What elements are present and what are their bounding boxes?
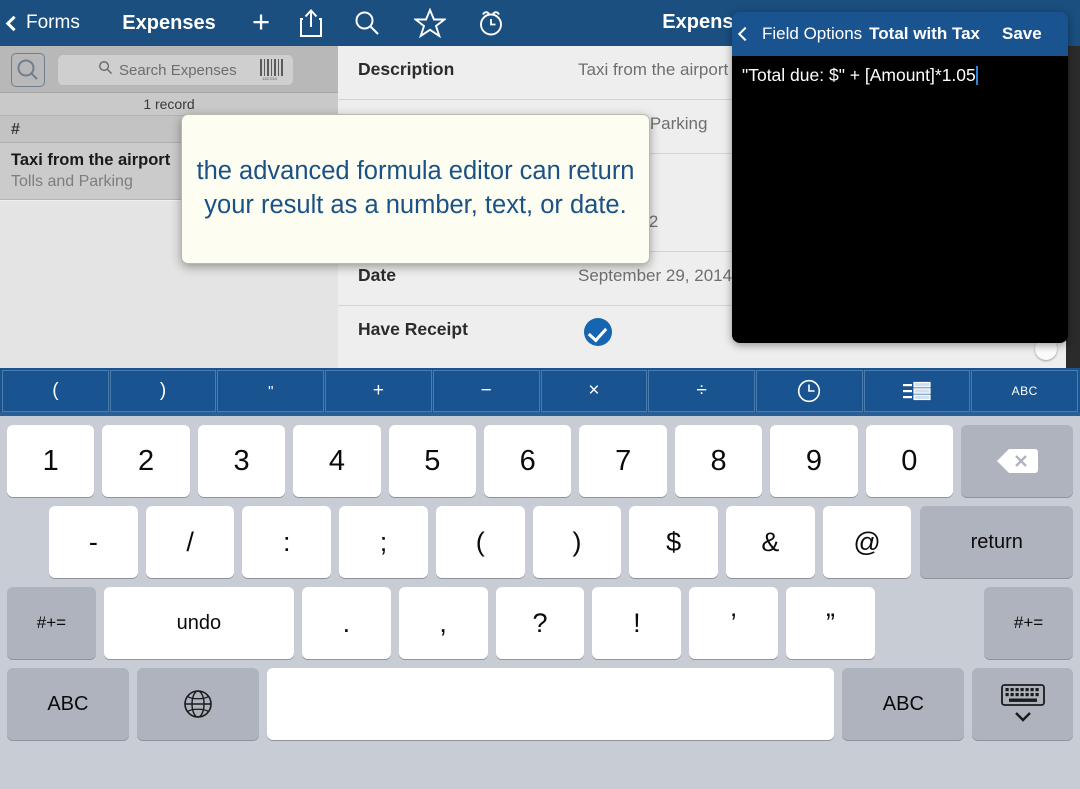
key-2[interactable]: 2 [102, 425, 189, 497]
chevron-left-icon [738, 27, 752, 41]
keyboard-row-bottom: ABC ABC [0, 659, 1080, 749]
key-question[interactable]: ? [496, 587, 585, 659]
acc-key-close-paren[interactable]: ) [110, 370, 217, 412]
key-4[interactable]: 4 [293, 425, 380, 497]
formula-text: "Total due: $" + [Amount]*1.05 [742, 65, 976, 85]
key-dollar[interactable]: $ [629, 506, 718, 578]
barcode-number: 162234 [262, 76, 277, 81]
barcode-icon[interactable]: 162234 [259, 59, 285, 81]
tooltip-text: the advanced formula editor can return y… [182, 155, 649, 222]
undo-key[interactable]: undo [104, 587, 294, 659]
key-ampersand[interactable]: & [726, 506, 815, 578]
app-screen: Forms Expenses + [0, 0, 1080, 789]
formula-accessory-toolbar: ( ) " + − × ÷ ABC [0, 368, 1080, 416]
field-list-glyph [903, 381, 931, 401]
key-apostrophe[interactable]: ’ [689, 587, 778, 659]
abc-left-key[interactable]: ABC [7, 668, 129, 740]
text-caret [976, 66, 978, 85]
key-6[interactable]: 6 [484, 425, 571, 497]
key-semicolon[interactable]: ; [339, 506, 428, 578]
magnifier-square-glyph [12, 54, 44, 86]
backspace-glyph [995, 446, 1039, 476]
detail-row-value: Taxi from the airport t [578, 60, 738, 80]
key-9[interactable]: 9 [770, 425, 857, 497]
acc-key-divide[interactable]: ÷ [648, 370, 755, 412]
key-5[interactable]: 5 [389, 425, 476, 497]
key-8[interactable]: 8 [675, 425, 762, 497]
key-hyphen[interactable]: - [49, 506, 138, 578]
detail-row-label: Date [358, 265, 396, 286]
left-panel-title: Expenses [0, 12, 338, 35]
shift-symbols-right-key[interactable]: #+= [984, 587, 1073, 659]
keyboard-row-symbols-1: - / : ; ( ) $ & @ return [0, 497, 1080, 578]
key-7[interactable]: 7 [579, 425, 666, 497]
keyboard-gap [883, 587, 976, 659]
share-icon[interactable] [298, 8, 324, 38]
acc-key-open-paren[interactable]: ( [2, 370, 109, 412]
clock-icon[interactable] [756, 370, 863, 412]
detail-row-label: Have Receipt [358, 319, 468, 340]
save-button[interactable]: Save [1002, 24, 1042, 44]
key-1[interactable]: 1 [7, 425, 94, 497]
checkmark-icon[interactable] [584, 318, 612, 346]
key-close-paren[interactable]: ) [533, 506, 622, 578]
key-colon[interactable]: : [242, 506, 331, 578]
search-input[interactable]: Search Expenses 162234 [58, 55, 293, 85]
clock-glyph [796, 378, 822, 404]
keyboard-hide-icon[interactable] [972, 668, 1073, 740]
plus-icon[interactable]: + [247, 9, 275, 37]
key-3[interactable]: 3 [198, 425, 285, 497]
acc-key-abc[interactable]: ABC [971, 370, 1078, 412]
detail-row-label: Description [358, 59, 454, 80]
key-slash[interactable]: / [146, 506, 235, 578]
formula-editor-popover: Field Options Total with Tax Save "Total… [732, 12, 1068, 343]
space-key[interactable] [267, 668, 835, 740]
record-count-label: 1 record [0, 93, 338, 116]
detail-row-value: September 29, 2014 [578, 266, 732, 286]
formula-text-editor[interactable]: "Total due: $" + [Amount]*1.05 [732, 56, 1068, 343]
keyboard-hide-glyph [997, 682, 1049, 726]
globe-glyph [180, 686, 216, 722]
acc-key-minus[interactable]: − [433, 370, 540, 412]
acc-key-quote[interactable]: " [217, 370, 324, 412]
key-open-paren[interactable]: ( [436, 506, 525, 578]
onscreen-keyboard: 1 2 3 4 5 6 7 8 9 0 - / : ; ( ) [0, 416, 1080, 789]
tooltip-callout: the advanced formula editor can return y… [181, 114, 650, 264]
field-options-label: Field Options [762, 24, 862, 44]
abc-right-key[interactable]: ABC [842, 668, 964, 740]
field-options-back-button[interactable]: Field Options [740, 24, 862, 44]
key-exclamation[interactable]: ! [592, 587, 681, 659]
globe-icon[interactable] [137, 668, 259, 740]
search-placeholder-text: Search Expenses [119, 62, 237, 79]
key-quote-right[interactable]: ” [786, 587, 875, 659]
app-content-area: Forms Expenses + [0, 0, 1080, 368]
formula-popover-navbar: Field Options Total with Tax Save [732, 12, 1068, 56]
keyboard-row-numbers: 1 2 3 4 5 6 7 8 9 0 [0, 416, 1080, 497]
backspace-icon[interactable] [961, 425, 1073, 497]
detail-right-edge [1066, 46, 1080, 368]
left-navigation-bar: Forms Expenses + [0, 0, 338, 46]
search-glyph [98, 60, 113, 75]
acc-key-multiply[interactable]: × [541, 370, 648, 412]
magnifier-square-icon[interactable] [11, 53, 45, 87]
acc-key-plus[interactable]: + [325, 370, 432, 412]
formula-popover-title: Total with Tax [869, 24, 980, 44]
search-icon [98, 60, 113, 80]
keyboard-row-symbols-2: #+= undo . , ? ! ’ ” #+= [0, 578, 1080, 659]
return-key[interactable]: return [920, 506, 1073, 578]
share-glyph [298, 8, 324, 38]
field-list-icon[interactable] [864, 370, 971, 412]
key-0[interactable]: 0 [866, 425, 953, 497]
key-period[interactable]: . [302, 587, 391, 659]
key-at[interactable]: @ [823, 506, 912, 578]
key-comma[interactable]: , [399, 587, 488, 659]
shift-symbols-left-key[interactable]: #+= [7, 587, 96, 659]
